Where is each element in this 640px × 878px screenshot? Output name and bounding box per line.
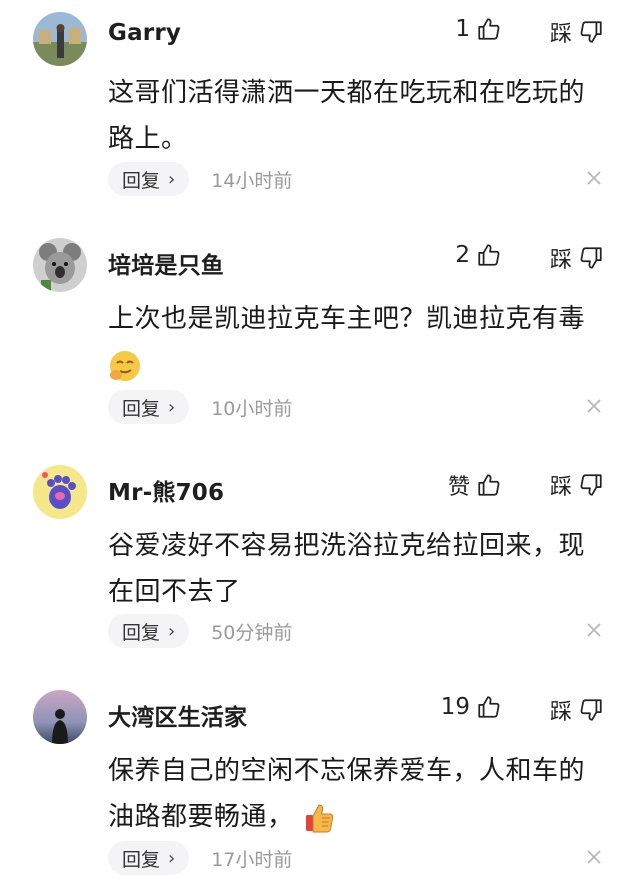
comment-text-line: 保养自己的空闲不忘保养爱车，人和车的 [108, 756, 586, 786]
dislike-label: 踩 [549, 700, 572, 725]
comment-text-line: 谷爱凌好不容易把洗浴拉克给拉回来，现 [108, 531, 586, 561]
username[interactable]: Garry [108, 20, 181, 46]
comment-meta: 回复 › 50分钟前 [108, 614, 292, 648]
thumbs-up-icon [476, 16, 502, 42]
comment-text-line: 上次也是凯迪拉克车主吧？凯迪拉克有毒 [108, 304, 586, 334]
thumbs-up-icon [476, 694, 502, 720]
dislike-label: 踩 [549, 475, 572, 500]
comment-meta: 回复 › 14小时前 [108, 162, 292, 196]
chevron-right-icon: › [168, 168, 176, 190]
like-label: 赞 [447, 475, 470, 500]
comment-text-line: 路上。 [108, 124, 188, 154]
reply-label: 回复 [122, 397, 161, 420]
reply-button[interactable]: 回复 › [108, 614, 190, 648]
username[interactable]: Mr-熊706 [108, 473, 224, 507]
close-icon[interactable] [586, 398, 602, 418]
dislike-button[interactable]: 踩 [550, 16, 604, 48]
thumbs-down-icon [578, 472, 604, 498]
chevron-right-icon: › [168, 396, 176, 418]
comment-meta: 回复 › 17小时前 [108, 841, 292, 875]
comment-text-fragment: 油路都要畅通， [108, 802, 294, 832]
thumbs-down-icon [578, 19, 604, 45]
avatar[interactable] [33, 12, 87, 66]
reply-label: 回复 [122, 621, 161, 644]
close-icon[interactable] [586, 622, 602, 642]
timestamp: 10小时前 [211, 397, 293, 420]
comment-text-line: 在回不去了 [108, 577, 241, 607]
avatar[interactable] [33, 690, 87, 744]
comment-text: 上次也是凯迪拉克车主吧？凯迪拉克有毒 [108, 296, 608, 388]
comment-text-line [108, 342, 608, 388]
like-count: 1 [455, 16, 470, 42]
like-button[interactable]: 赞 [448, 469, 502, 501]
close-icon[interactable] [586, 170, 602, 190]
username[interactable]: 大湾区生活家 [108, 698, 247, 732]
thumbs-up-icon [476, 472, 502, 498]
dislike-label: 踩 [549, 22, 572, 47]
thumbs-up-icon [476, 242, 502, 268]
smirking-emoji-icon [108, 349, 142, 383]
username[interactable]: 培培是只鱼 [108, 246, 224, 280]
reply-button[interactable]: 回复 › [108, 162, 190, 196]
timestamp: 50分钟前 [211, 621, 293, 644]
like-count: 19 [440, 694, 470, 720]
dislike-button[interactable]: 踩 [550, 469, 604, 501]
like-button[interactable]: 2 [455, 242, 502, 268]
comment-text: 保养自己的空闲不忘保养爱车，人和车的 油路都要畅通， [108, 748, 608, 840]
comment-text: 谷爱凌好不容易把洗浴拉克给拉回来，现 在回不去了 [108, 523, 608, 615]
like-button[interactable]: 19 [441, 694, 502, 720]
timestamp: 17小时前 [211, 848, 293, 871]
dislike-label: 踩 [549, 248, 572, 273]
close-icon[interactable] [586, 849, 602, 869]
dislike-button[interactable]: 踩 [550, 242, 604, 274]
like-count: 2 [455, 242, 470, 268]
comment-text-line: 这哥们活得潇洒一天都在吃玩和在吃玩的 [108, 78, 586, 108]
like-button[interactable]: 1 [455, 16, 502, 42]
reply-button[interactable]: 回复 › [108, 841, 190, 875]
comment-text-line: 油路都要畅通， [108, 794, 608, 840]
avatar[interactable] [33, 238, 87, 292]
thumbs-down-icon [578, 245, 604, 271]
timestamp: 14小时前 [211, 169, 293, 192]
thumbs-up-emoji-icon [302, 801, 336, 835]
reply-label: 回复 [122, 169, 161, 192]
reply-button[interactable]: 回复 › [108, 390, 190, 424]
dislike-button[interactable]: 踩 [550, 694, 604, 726]
reply-label: 回复 [122, 848, 161, 871]
thumbs-down-icon [578, 697, 604, 723]
avatar[interactable] [33, 465, 87, 519]
comment-text: 这哥们活得潇洒一天都在吃玩和在吃玩的 路上。 [108, 70, 608, 162]
comment-meta: 回复 › 10小时前 [108, 390, 292, 424]
chevron-right-icon: › [168, 620, 176, 642]
chevron-right-icon: › [168, 847, 176, 869]
